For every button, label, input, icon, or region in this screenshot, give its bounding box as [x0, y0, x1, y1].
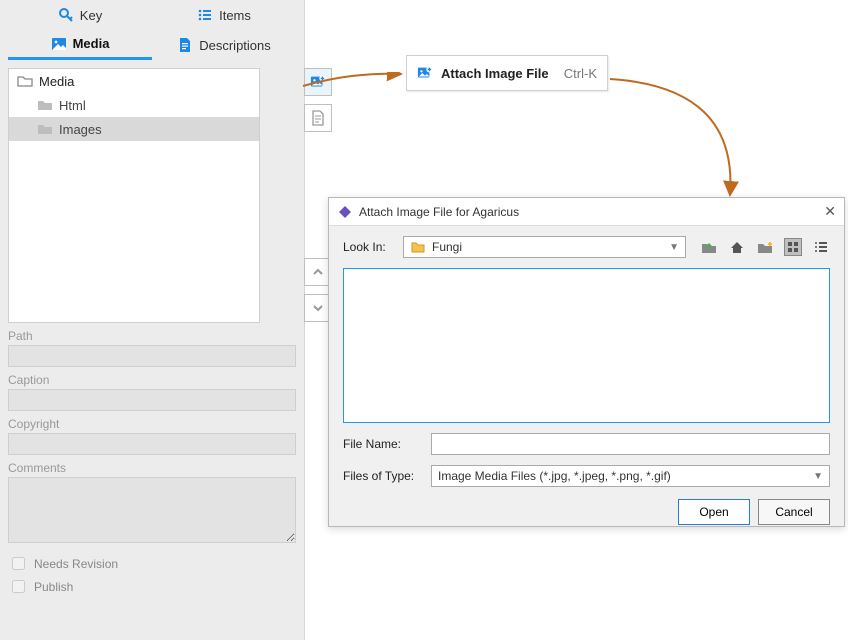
dialog-body: Look In: Fungi ▼ — [329, 226, 844, 487]
folder-up-icon — [701, 239, 717, 255]
tab-items-label: Items — [219, 8, 251, 23]
file-toolbar — [700, 238, 830, 256]
tab-media[interactable]: Media — [8, 30, 152, 60]
tree-item-images[interactable]: Images — [9, 117, 259, 141]
needs-revision-label: Needs Revision — [34, 557, 118, 571]
tree-item-html[interactable]: Html — [9, 93, 259, 117]
caption-input — [8, 389, 296, 411]
folder-open-icon — [17, 73, 33, 89]
grid-icon — [787, 241, 799, 253]
open-button[interactable]: Open — [678, 499, 750, 525]
chevron-down-icon — [310, 300, 326, 316]
folder-icon — [410, 239, 426, 255]
path-input — [8, 345, 296, 367]
tab-key-label: Key — [80, 8, 102, 23]
file-dialog: Attach Image File for Agaricus ✕ Look In… — [328, 197, 845, 527]
chevron-up-icon — [310, 264, 326, 280]
copyright-input — [8, 433, 296, 455]
file-list-area[interactable] — [343, 268, 830, 423]
path-field-block: Path — [8, 329, 296, 367]
open-label: Open — [699, 505, 728, 519]
publish-label: Publish — [34, 580, 73, 594]
copyright-label: Copyright — [8, 417, 296, 431]
tree-label-images: Images — [59, 122, 102, 137]
tab-media-label: Media — [73, 36, 110, 51]
list-icon — [814, 240, 828, 254]
document-button[interactable] — [304, 104, 332, 132]
image-icon — [51, 36, 67, 52]
home-icon — [730, 240, 744, 254]
key-icon — [58, 7, 74, 23]
copyright-field-block: Copyright — [8, 417, 296, 455]
new-folder-icon — [757, 239, 773, 255]
arrow-graphic — [608, 77, 748, 199]
tree-item-media[interactable]: Media — [9, 69, 259, 93]
needs-revision-input[interactable] — [12, 557, 25, 570]
dialog-titlebar: Attach Image File for Agaricus ✕ — [329, 198, 844, 226]
lookin-row: Look In: Fungi ▼ — [343, 236, 830, 258]
filename-label: File Name: — [343, 437, 423, 451]
add-image-icon — [310, 74, 326, 90]
publish-checkbox[interactable]: Publish — [8, 577, 296, 596]
new-folder-button[interactable] — [756, 238, 774, 256]
dialog-buttons: Open Cancel — [329, 487, 844, 525]
publish-input[interactable] — [12, 580, 25, 593]
app-icon — [337, 204, 353, 220]
cancel-button[interactable]: Cancel — [758, 499, 830, 525]
document-icon — [177, 37, 193, 53]
tree-wrap: Media Html Images — [8, 68, 296, 323]
tab-key[interactable]: Key — [8, 0, 152, 30]
filename-row: File Name: — [343, 433, 830, 455]
lookin-value: Fungi — [432, 240, 663, 254]
media-tree[interactable]: Media Html Images — [8, 68, 260, 323]
dialog-title: Attach Image File for Agaricus — [359, 205, 519, 219]
filename-input[interactable] — [431, 433, 830, 455]
close-icon: ✕ — [824, 203, 836, 219]
add-image-icon — [417, 65, 433, 81]
checks: Needs Revision Publish — [8, 554, 296, 596]
cancel-label: Cancel — [775, 505, 812, 519]
view-grid-button[interactable] — [784, 238, 802, 256]
filetype-combo[interactable]: Image Media Files (*.jpg, *.jpeg, *.png,… — [431, 465, 830, 487]
folder-icon — [37, 121, 53, 137]
path-label: Path — [8, 329, 296, 343]
attach-image-button[interactable] — [304, 68, 332, 96]
folder-icon — [37, 97, 53, 113]
attach-tooltip[interactable]: Attach Image File Ctrl-K — [406, 55, 608, 91]
close-button[interactable]: ✕ — [824, 203, 836, 220]
caption-field-block: Caption — [8, 373, 296, 411]
tabs-row-2: Media Descriptions — [0, 30, 304, 60]
view-list-button[interactable] — [812, 238, 830, 256]
needs-revision-checkbox[interactable]: Needs Revision — [8, 554, 296, 573]
chevron-down-icon: ▼ — [669, 242, 679, 253]
tab-items[interactable]: Items — [152, 0, 296, 30]
media-panel: Key Items Media Descriptions — [0, 0, 305, 640]
tabs-row-1: Key Items — [0, 0, 304, 30]
comments-input — [8, 477, 296, 543]
comments-field-block: Comments — [8, 461, 296, 546]
comments-label: Comments — [8, 461, 296, 475]
up-folder-button[interactable] — [700, 238, 718, 256]
lookin-combo[interactable]: Fungi ▼ — [403, 236, 686, 258]
filetype-row: Files of Type: Image Media Files (*.jpg,… — [343, 465, 830, 487]
tab-descriptions-label: Descriptions — [199, 38, 271, 53]
document-icon — [310, 110, 326, 126]
chevron-down-icon: ▼ — [813, 471, 823, 482]
tab-descriptions[interactable]: Descriptions — [152, 30, 296, 60]
filetype-label: Files of Type: — [343, 469, 423, 483]
lookin-label: Look In: — [343, 240, 395, 254]
home-button[interactable] — [728, 238, 746, 256]
tree-label-html: Html — [59, 98, 86, 113]
filetype-value: Image Media Files (*.jpg, *.jpeg, *.png,… — [438, 469, 807, 483]
caption-label: Caption — [8, 373, 296, 387]
attach-tooltip-shortcut: Ctrl-K — [564, 66, 597, 81]
tree-label-media: Media — [39, 74, 74, 89]
attach-tooltip-label: Attach Image File — [441, 66, 556, 81]
list-icon — [197, 7, 213, 23]
